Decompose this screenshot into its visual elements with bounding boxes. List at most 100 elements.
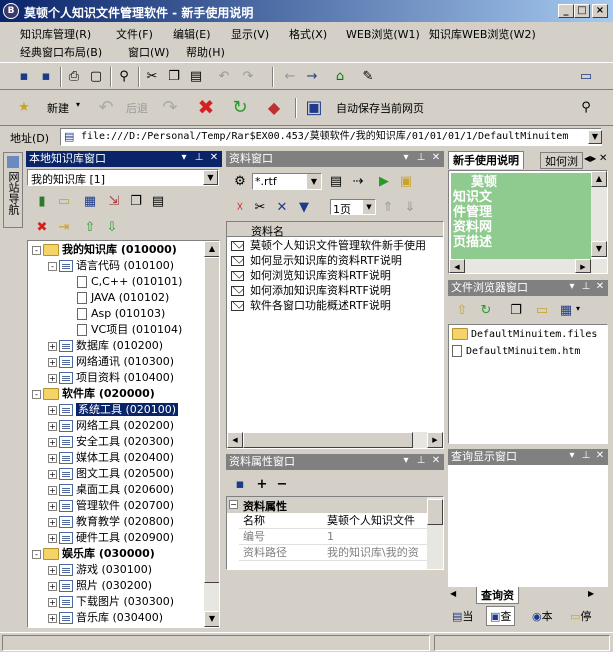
tab-help-guide[interactable]: 新手使用说明 [448,151,524,169]
menu-edit[interactable]: 编辑(E) [173,26,211,42]
panel-close-icon[interactable]: ✕ [208,151,220,165]
tab-how-to[interactable]: 如何浏 [540,152,583,169]
scroll-left-icon[interactable]: ◀ [449,259,465,273]
material-item[interactable]: 如何添加知识库资料RTF说明 [231,283,391,298]
material-item[interactable]: 如何浏览知识库资料RTF说明 [231,268,391,283]
panel-menu-icon[interactable]: ▾ [178,151,190,165]
redo-icon[interactable]: ↷ [238,66,258,86]
dock-tab-local[interactable]: ◉本 [532,608,553,624]
scroll-down-icon[interactable]: ▼ [204,611,219,627]
move-up-icon[interactable]: ⇧ [80,217,100,237]
tree-node[interactable]: + 桌面工具 (020600) [48,482,174,498]
refresh-files-icon[interactable]: ↻ [476,300,496,320]
add-file-icon[interactable]: ▤ [326,171,346,191]
query-tab-right-icon[interactable]: ▶ [588,589,594,598]
property-row[interactable]: 编号 1 [239,529,427,545]
address-field[interactable]: ▤ file:///D:/Personal/Temp/Rar$EX00.453/莫… [60,128,602,146]
delete-icon[interactable]: ✖ [32,217,52,237]
panel-menu-icon[interactable]: ▾ [400,454,412,468]
import-icon[interactable]: ⇲ [104,191,124,211]
copy-icon[interactable]: ❐ [164,66,184,86]
expand-icon[interactable]: + [48,517,57,527]
property-row[interactable]: 资料路径 我的知识库\我的资 [239,545,427,561]
copy-files-icon[interactable]: ❐ [506,300,526,320]
tree-paste-icon[interactable]: ▤ [148,191,168,211]
cut-icon[interactable]: ✂ [142,66,162,86]
dock-tab-query[interactable]: ▣查 [486,606,516,626]
tree-node[interactable]: + 下载图片 (030300) [48,594,174,610]
cut-file-icon[interactable]: ✂ [250,197,270,217]
view-mode-icon[interactable]: ▦ [556,300,576,320]
menu-kb-web-browse[interactable]: 知识库WEB浏览(W2) [429,26,536,42]
menu-classic-layout[interactable]: 经典窗口布局(B) [20,44,102,60]
page-down-icon[interactable]: ⇓ [400,197,420,217]
expand-icon[interactable]: + [48,421,57,431]
pin-icon[interactable]: ⊥ [415,454,427,468]
remove-prop-icon[interactable]: − [272,474,292,494]
filter-dropdown-icon[interactable]: ▼ [307,174,321,189]
expand-icon[interactable]: + [48,469,57,479]
menu-knowledge-base[interactable]: 知识库管理(R) [20,26,91,42]
save-all-icon[interactable]: ▪ [36,66,56,86]
scroll-up-icon[interactable]: ▲ [591,171,607,187]
menu-window[interactable]: 窗口(W) [128,44,169,60]
expand-icon[interactable]: + [48,501,57,511]
back-arrow-icon[interactable]: ← [280,66,300,86]
property-value[interactable]: 莫顿个人知识文件 [327,513,427,529]
scroll-up-icon[interactable]: ▲ [204,241,219,257]
scroll-right-icon[interactable]: ▶ [575,259,591,273]
prop-scrollbar[interactable] [427,497,443,569]
collapse-icon[interactable]: - [48,261,57,271]
add-prop-icon[interactable]: + [252,474,272,494]
tree-node[interactable]: + 硬件工具 (020900) [48,530,174,546]
tab-scroll-icon[interactable]: ◀▶ [584,154,596,163]
print-icon[interactable]: ⎙ [64,66,84,86]
panel-menu-icon[interactable]: ▾ [400,151,412,165]
dock-tab-current[interactable]: ▤当 [452,608,473,624]
kb-combo[interactable]: 我的知识库 [1] ▼ [27,169,219,186]
expand-icon[interactable]: + [48,357,57,367]
collapse-icon[interactable]: - [32,245,41,255]
tree-scrollbar[interactable]: ▲ ▼ [204,241,219,627]
dock-tab-stop[interactable]: ▭停 [570,608,591,624]
panel-close-icon[interactable]: ✕ [594,280,606,294]
tree-node[interactable]: + 媒体工具 (020400) [48,450,174,466]
menu-help[interactable]: 帮助(H) [186,44,225,60]
find-icon[interactable]: ⚲ [114,66,134,86]
new-icon[interactable]: ★ [14,97,34,117]
enter-icon[interactable]: ⇥ [54,217,74,237]
forward-icon[interactable]: ↷ [160,97,180,118]
tree-node[interactable]: - 软件库 (020000) [32,386,155,402]
new-button[interactable]: 新建 [47,100,69,116]
pin-icon[interactable]: ⊥ [580,280,592,294]
material-item[interactable]: 软件各窗口功能概述RTF说明 [231,298,391,313]
brush-icon[interactable]: ✎ [358,66,378,86]
layout-icon[interactable]: ▭ [576,66,596,86]
package-icon[interactable]: ◆ [264,97,284,117]
menu-web-browse[interactable]: WEB浏览(W1) [346,26,420,42]
filter-combo[interactable]: *.rtf ▼ [252,173,322,190]
hscroll-thumb[interactable] [243,432,413,448]
tab-query-results[interactable]: 查询资 [476,587,519,604]
tree-node[interactable]: + 项目资料 (010400) [48,370,174,386]
panel-close-icon[interactable]: ✕ [594,449,606,463]
query-tab-left-icon[interactable]: ◀ [450,589,456,598]
tree-node[interactable]: + 游戏 (030100) [48,562,152,578]
scroll-right-icon[interactable]: ▶ [427,432,443,448]
combo-dropdown-icon[interactable]: ▼ [203,170,218,185]
back-icon[interactable]: ↶ [96,97,116,118]
tree-node[interactable]: + 管理软件 (020700) [48,498,174,514]
tree-node[interactable]: - 娱乐库 (030000) [32,546,155,562]
save-prop-icon[interactable]: ▪ [230,474,250,494]
export-icon[interactable]: ⇢ [348,171,368,191]
minimize-button[interactable]: _ [558,4,574,18]
expand-icon[interactable]: + [48,597,57,607]
property-row[interactable]: 名称 莫顿个人知识文件 [239,513,427,529]
close-button[interactable]: × [592,4,608,18]
collapse-icon[interactable]: - [32,389,41,399]
expand-icon[interactable]: + [48,405,57,415]
autosave-button[interactable]: 自动保存当前网页 [336,100,424,116]
panel-close-icon[interactable]: ✕ [430,151,442,165]
scroll-thumb[interactable] [204,257,219,583]
collapse-icon[interactable]: − [229,500,238,509]
